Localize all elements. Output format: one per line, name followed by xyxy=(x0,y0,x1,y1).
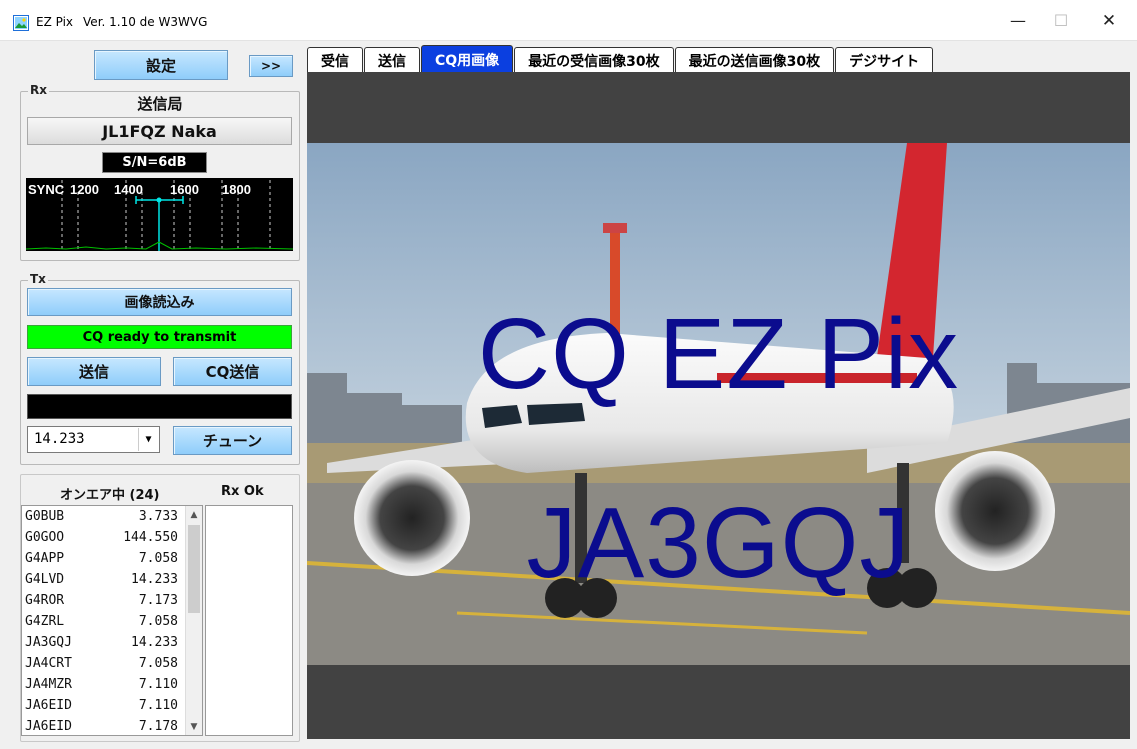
close-button[interactable]: ✕ xyxy=(1094,10,1124,32)
list-item[interactable]: JA6EID 7.110 xyxy=(22,695,202,716)
list-item-callsign: JA6EID xyxy=(25,698,72,713)
list-item-frequency: 7.058 xyxy=(138,656,178,671)
settings-button[interactable]: 設定 xyxy=(94,50,228,80)
list-item-callsign: G0GOO xyxy=(25,530,65,545)
cq-image-panel: CQ EZ Pix JA3GQJ xyxy=(307,72,1130,739)
send-button[interactable]: 送信 xyxy=(27,357,161,386)
list-item[interactable]: G4APP 7.058 xyxy=(22,548,202,569)
list-item-frequency: 3.733 xyxy=(138,509,178,524)
waterfall-display: SYNC 1200 1400 1600 1800 xyxy=(26,178,293,251)
list-item-callsign: JA6EID xyxy=(25,719,72,734)
tx-progress-bar xyxy=(27,394,292,419)
list-item-frequency: 14.233 xyxy=(131,572,178,587)
list-item-callsign: G4ROR xyxy=(25,593,65,608)
list-item-frequency: 14.233 xyxy=(131,635,178,650)
tab-send[interactable]: 送信 xyxy=(364,47,420,73)
waterfall-graph: SYNC 1200 1400 1600 1800 xyxy=(26,180,293,251)
list-item[interactable]: JA6EID 7.178 xyxy=(22,716,202,735)
cq-image: CQ EZ Pix JA3GQJ xyxy=(307,143,1130,665)
scroll-thumb[interactable] xyxy=(188,525,200,613)
station-callsign: JL1FQZ Naka xyxy=(27,117,292,145)
rxok-list[interactable] xyxy=(205,505,293,736)
app-version: Ver. 1.10 de W3WVG xyxy=(83,15,208,29)
scroll-down-icon[interactable]: ▼ xyxy=(186,718,202,735)
expand-button[interactable]: >> xyxy=(249,55,293,77)
tab-bar: 受信 送信 CQ用画像 最近の受信画像30枚 最近の送信画像30枚 デジサイト xyxy=(307,45,934,73)
tune-button[interactable]: チューン xyxy=(173,426,292,455)
list-item-callsign: JA3GQJ xyxy=(25,635,72,650)
client-area: 設定 >> Rx 送信局 JL1FQZ Naka S/N=6dB SYNC 12… xyxy=(0,40,1137,749)
waterfall-label-1400: 1400 xyxy=(114,182,143,197)
maximize-button[interactable]: ☐ xyxy=(1046,10,1076,32)
list-item-frequency: 7.110 xyxy=(138,677,178,692)
waterfall-label-1600: 1600 xyxy=(170,182,199,197)
list-item-frequency: 7.110 xyxy=(138,698,178,713)
load-image-button[interactable]: 画像読込み xyxy=(27,288,292,316)
waterfall-label-1200: 1200 xyxy=(70,182,99,197)
list-item[interactable]: G0GOO 144.550 xyxy=(22,527,202,548)
list-item-frequency: 7.058 xyxy=(138,551,178,566)
window-title: EZ Pix Ver. 1.10 de W3WVG xyxy=(36,15,207,29)
station-title: 送信局 xyxy=(137,95,183,113)
frequency-select[interactable]: 14.233 ▼ xyxy=(27,426,160,453)
list-item-callsign: G0BUB xyxy=(25,509,65,524)
cq-text-line2: JA3GQJ xyxy=(526,487,911,599)
cq-send-button[interactable]: CQ送信 xyxy=(173,357,292,386)
app-icon xyxy=(13,15,29,31)
frequency-value: 14.233 xyxy=(34,431,85,447)
chevron-down-icon[interactable]: ▼ xyxy=(138,428,158,451)
scroll-up-icon[interactable]: ▲ xyxy=(186,506,202,523)
waterfall-label-sync: SYNC xyxy=(28,182,65,197)
list-item-callsign: JA4CRT xyxy=(25,656,72,671)
tab-recent-received[interactable]: 最近の受信画像30枚 xyxy=(514,47,674,73)
onair-list[interactable]: G0BUB 3.733 G0GOO 144.550 G4APP 7.058 G4LVD 14.… xyxy=(21,505,203,736)
cq-text-line1: CQ EZ Pix xyxy=(477,298,960,410)
tx-group-label: Tx xyxy=(28,272,48,286)
rxok-title: Rx Ok xyxy=(221,484,264,499)
list-item-frequency: 144.550 xyxy=(123,530,178,545)
list-item-frequency: 7.058 xyxy=(138,614,178,629)
tx-status: CQ ready to transmit xyxy=(27,325,292,349)
list-item-callsign: JA4MZR xyxy=(25,677,72,692)
tab-digisite[interactable]: デジサイト xyxy=(835,47,934,73)
list-item[interactable]: G4ZRL 7.058 xyxy=(22,611,202,632)
tab-recent-sent[interactable]: 最近の送信画像30枚 xyxy=(674,47,835,73)
list-item-frequency: 7.173 xyxy=(138,593,178,608)
title-bar: EZ Pix Ver. 1.10 de W3WVG — ☐ ✕ xyxy=(0,0,1137,40)
list-item[interactable]: G4ROR 7.173 xyxy=(22,590,202,611)
list-item[interactable]: G4LVD 14.233 xyxy=(22,569,202,590)
list-item-callsign: G4LVD xyxy=(25,572,65,587)
app-name: EZ Pix xyxy=(36,15,74,29)
minimize-button[interactable]: — xyxy=(1003,10,1033,32)
list-item[interactable]: JA4MZR 7.110 xyxy=(22,674,202,695)
list-item-callsign: G4ZRL xyxy=(25,614,65,629)
list-item[interactable]: G0BUB 3.733 xyxy=(22,506,202,527)
list-item[interactable]: JA3GQJ 14.233 xyxy=(22,632,202,653)
tab-receive[interactable]: 受信 xyxy=(307,47,363,73)
waterfall-label-1800: 1800 xyxy=(222,182,251,197)
list-item-frequency: 7.178 xyxy=(138,719,178,734)
list-item-callsign: G4APP xyxy=(25,551,65,566)
onair-title: オンエア中 (24) xyxy=(60,488,160,503)
list-item[interactable]: JA4CRT 7.058 xyxy=(22,653,202,674)
rx-group-label: Rx xyxy=(28,83,49,97)
snr-readout: S/N=6dB xyxy=(102,152,207,173)
tab-cq-image[interactable]: CQ用画像 xyxy=(421,45,514,73)
onair-scrollbar[interactable]: ▲ ▼ xyxy=(185,506,202,735)
